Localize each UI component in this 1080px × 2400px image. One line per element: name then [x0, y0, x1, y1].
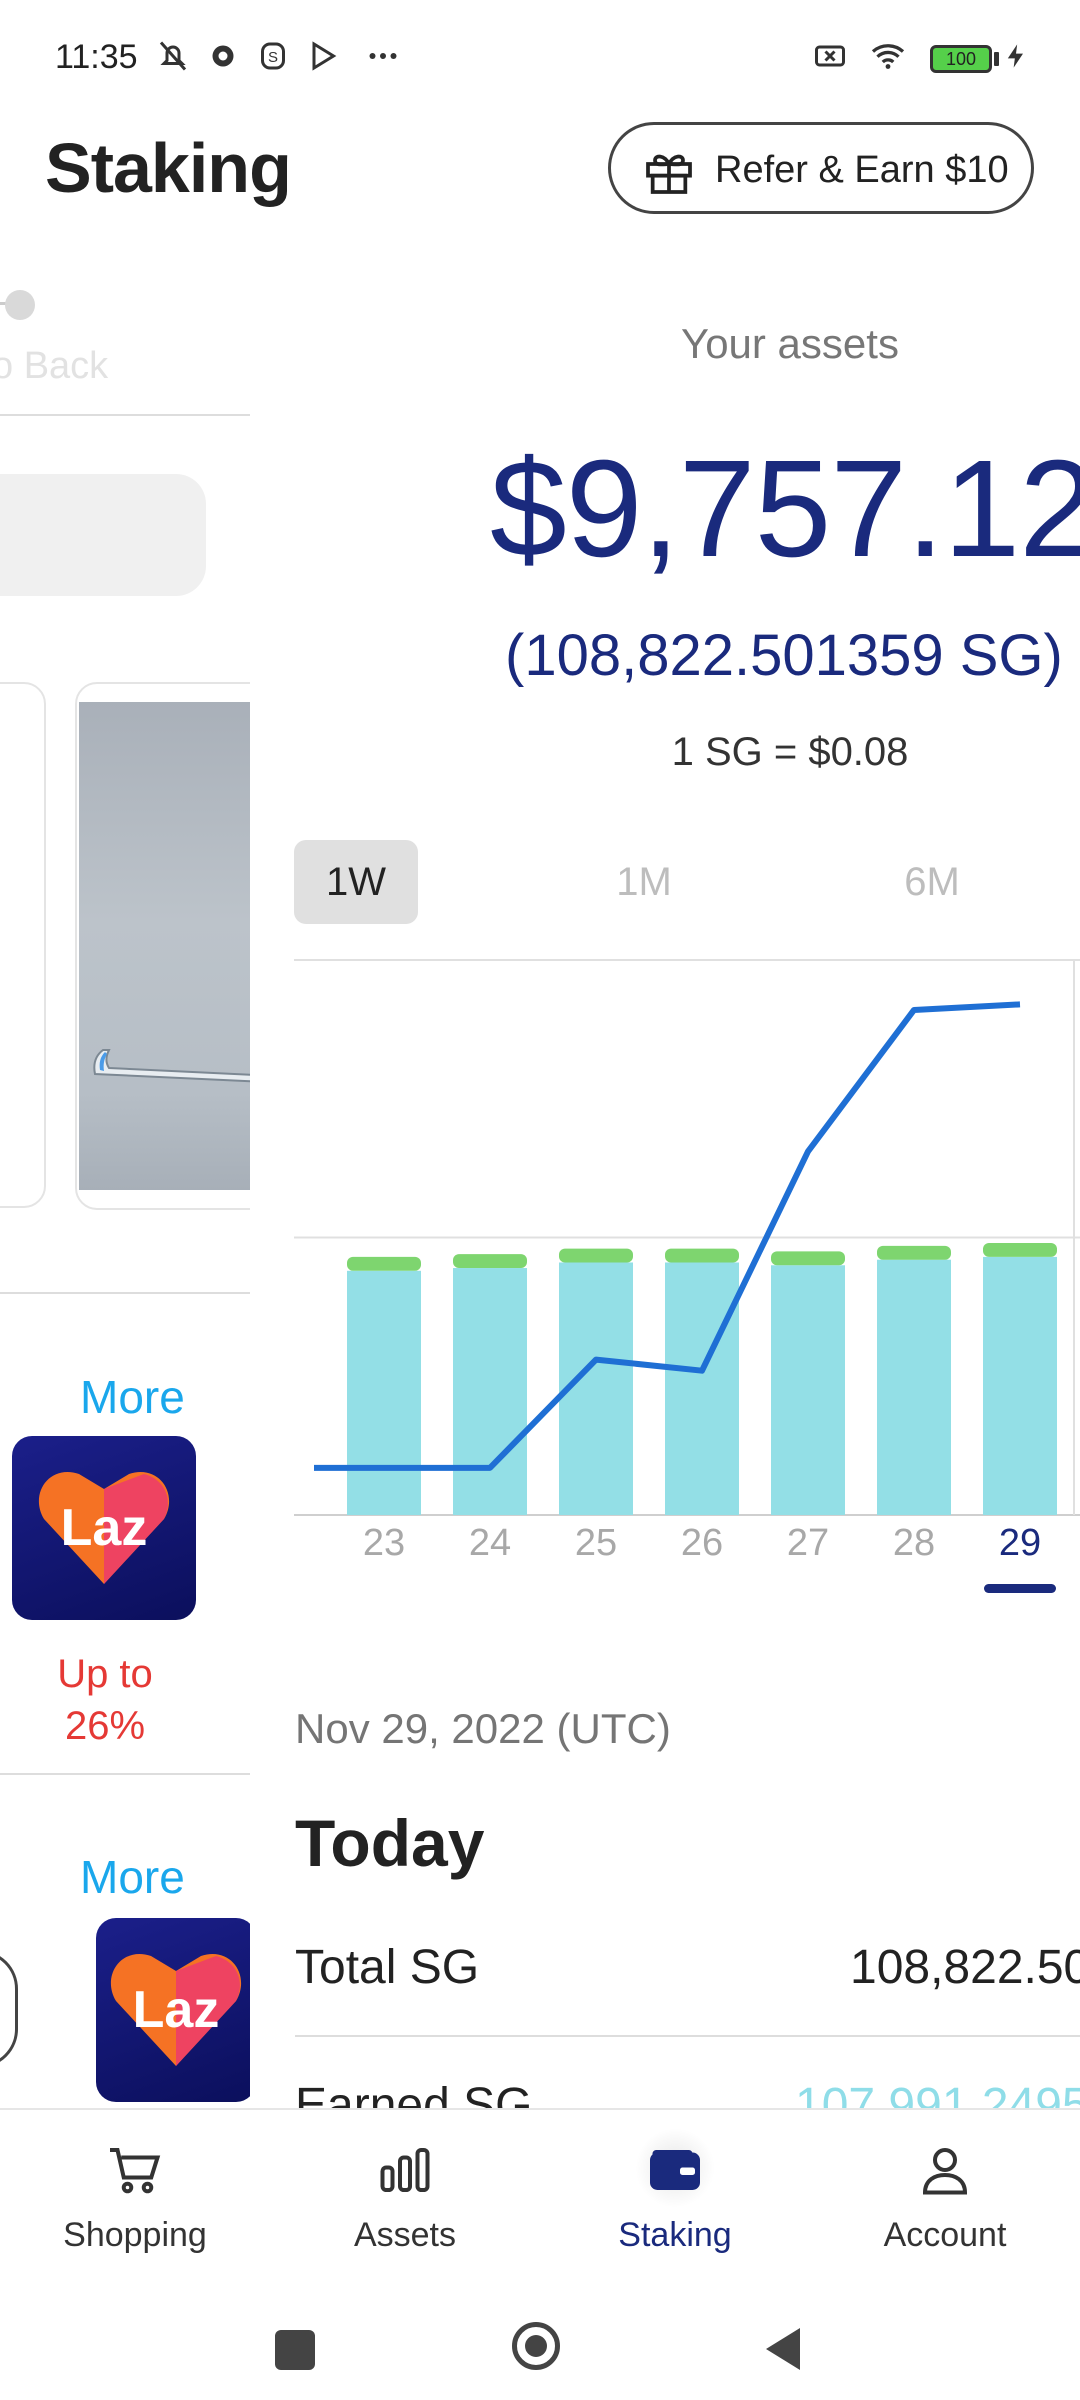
nav-shopping[interactable]: Shopping: [0, 2110, 270, 2290]
search-pill[interactable]: [0, 474, 206, 596]
bar-top-26: [665, 1248, 739, 1263]
round-badge[interactable]: [0, 1950, 18, 2068]
airplane-photo: [79, 702, 250, 1190]
charging-icon: [1007, 44, 1023, 68]
divider: [295, 2035, 1080, 2037]
status-time: 11:35: [55, 38, 138, 76]
x-tick-label: 28: [893, 1522, 935, 1564]
s-shield-icon: S: [261, 42, 285, 70]
airplane-wing: [93, 1049, 250, 1083]
more-dots-icon: [369, 53, 397, 59]
bar-base-23: [347, 1270, 421, 1515]
sim-x-icon: [815, 45, 845, 67]
bar-base-28: [877, 1259, 951, 1515]
laz-text: Laz: [60, 1499, 148, 1557]
shopping-panel-peek: o Back More Laz Up to 26% More Laz: [0, 250, 250, 2110]
gift-icon: [646, 154, 692, 194]
x-tick-label: 23: [363, 1522, 405, 1564]
promo-line1: Up to: [57, 1652, 153, 1696]
refer-earn-label: Refer & Earn $10: [715, 149, 1009, 191]
promo-rate: Up to 26%: [20, 1648, 190, 1752]
exchange-rate: 1 SG = $0.08: [671, 730, 909, 774]
bar-top-27: [771, 1251, 845, 1266]
divider: [0, 1292, 250, 1294]
bar-base-27: [771, 1265, 845, 1515]
banner-card-image[interactable]: [75, 682, 250, 1210]
gear-icon: [212, 45, 234, 67]
battery-level: 100: [945, 49, 977, 69]
x-tick-label: 27: [787, 1522, 829, 1564]
person-icon: [922, 2148, 968, 2195]
refer-earn-button[interactable]: Refer & Earn $10: [608, 122, 1034, 214]
nav-account-label: Account: [883, 2216, 1007, 2254]
wallet-icon: [650, 2150, 700, 2190]
promo-line2: 26%: [64, 1704, 146, 1748]
svg-text:S: S: [268, 49, 278, 66]
nav-account[interactable]: Account: [810, 2110, 1080, 2290]
lazada-logo[interactable]: Laz: [12, 1436, 196, 1620]
bar-top-23: [347, 1256, 421, 1271]
bar-chart-icon: [380, 2148, 430, 2192]
recents-button[interactable]: [275, 2330, 315, 2370]
more-link[interactable]: More: [80, 1850, 185, 1904]
system-nav-bar: [0, 2288, 1080, 2400]
total-sg-value: 108,822.50: [850, 1941, 1080, 1994]
nav-assets-label: Assets: [353, 2216, 457, 2254]
nav-staking[interactable]: Staking: [540, 2110, 810, 2290]
tab-6m[interactable]: 6M: [870, 840, 994, 924]
bar-top-28: [877, 1245, 951, 1260]
battery-icon: 100: [930, 45, 992, 73]
play-store-icon: [312, 41, 337, 71]
assets-usd-value: $9,757.12: [490, 432, 1080, 586]
wifi-icon: [871, 44, 905, 69]
x-tick-label: 24: [469, 1522, 511, 1564]
status-bar: 11:35 S 100: [0, 0, 1080, 120]
details-date: Nov 29, 2022 (UTC): [295, 1705, 671, 1752]
bar-top-24: [453, 1254, 527, 1269]
nav-shopping-label: Shopping: [63, 2216, 207, 2254]
nav-staking-label: Staking: [618, 2216, 732, 2254]
x-tick-label: 26: [681, 1522, 723, 1564]
selected-day-indicator: [984, 1584, 1056, 1593]
details-heading: Today: [295, 1806, 485, 1880]
bar-base-29: [983, 1256, 1057, 1515]
nav-assets[interactable]: Assets: [270, 2110, 540, 2290]
slider-knob[interactable]: [5, 290, 35, 320]
assets-label: Your assets: [681, 320, 899, 367]
bar-base-26: [665, 1262, 739, 1515]
home-button[interactable]: [512, 2322, 560, 2370]
x-tick-label: 25: [575, 1522, 617, 1564]
lazada-logo[interactable]: Laz: [96, 1918, 250, 2102]
battery-cap: [994, 52, 999, 66]
bar-base-24: [453, 1268, 527, 1515]
laz-text: Laz: [132, 1981, 220, 2039]
bottom-nav: Shopping Assets Staking Account: [0, 2108, 1080, 2290]
back-text[interactable]: o Back: [0, 345, 108, 388]
back-button[interactable]: [760, 2324, 804, 2374]
bell-off-icon: [159, 41, 187, 71]
page-title: Staking: [45, 129, 292, 207]
staking-chart: 23 24 25 26 27 28 29: [294, 959, 1080, 1593]
bar-top-29: [983, 1243, 1057, 1257]
divider: [0, 414, 250, 416]
assets-sg-value: (108,822.501359 SG): [505, 623, 1063, 688]
more-link[interactable]: More: [80, 1370, 185, 1424]
banner-card[interactable]: [0, 682, 46, 1208]
tab-1w[interactable]: 1W: [294, 840, 418, 924]
cart-icon: [110, 2148, 161, 2194]
total-sg-label: Total SG: [295, 1941, 480, 1994]
tab-1m[interactable]: 1M: [582, 840, 706, 924]
divider: [0, 1773, 250, 1775]
x-tick-label: 29: [999, 1522, 1041, 1564]
home-dot: [525, 2335, 547, 2357]
bar-top-25: [559, 1248, 633, 1263]
